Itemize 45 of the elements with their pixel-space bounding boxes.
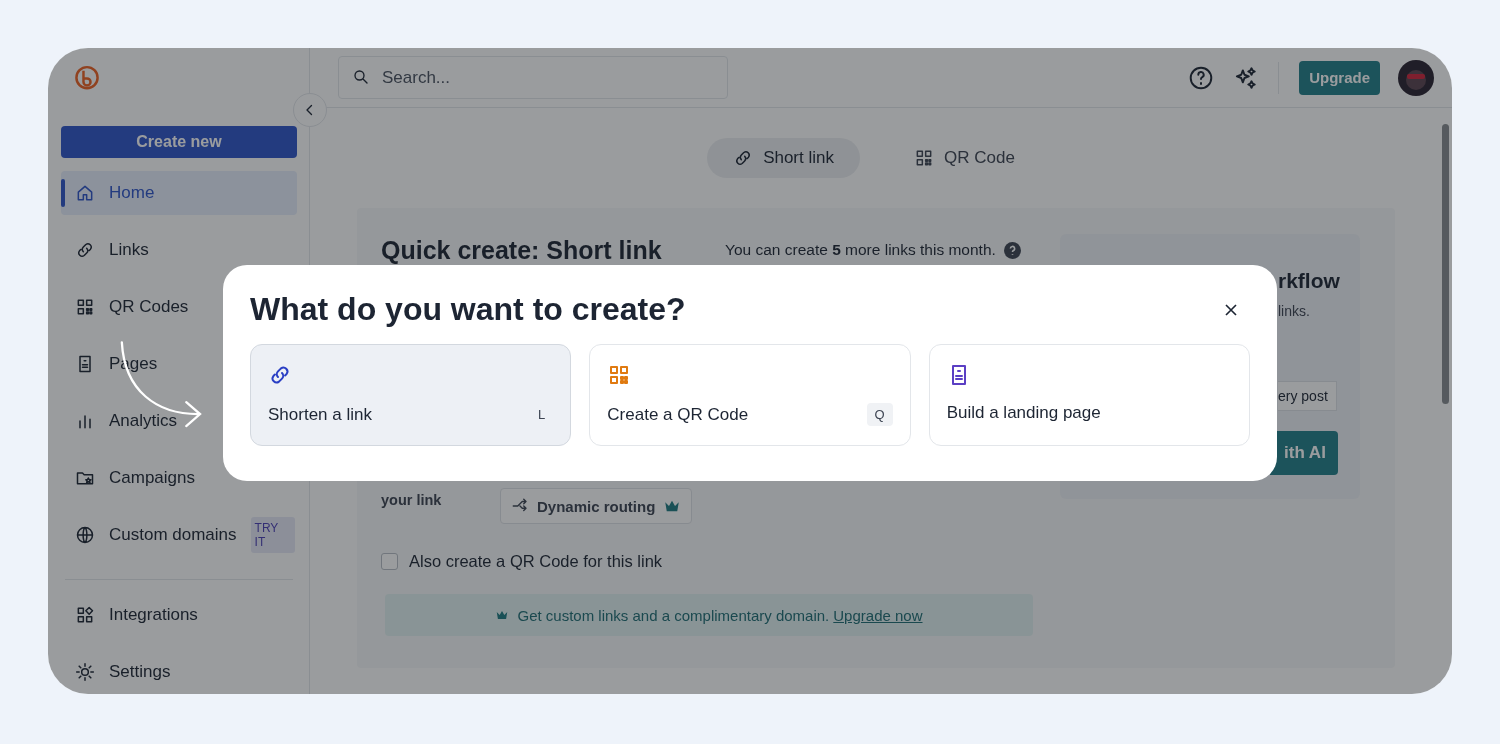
nav-icon <box>75 662 95 682</box>
promo-title: rkflow <box>1278 269 1340 293</box>
avatar[interactable] <box>1398 59 1434 96</box>
checkbox[interactable] <box>381 553 398 570</box>
banner-text: Get custom links and a complimentary domain. <box>517 606 830 624</box>
nav-item[interactable]: Custom domains TRY IT <box>61 513 297 557</box>
help-icon[interactable] <box>1188 64 1215 91</box>
nav-icon <box>75 297 95 317</box>
nav-icon <box>75 525 95 545</box>
nav-item[interactable]: Integrations <box>61 593 297 637</box>
create-option[interactable]: Shorten a link L <box>250 344 572 446</box>
suggestion-chip[interactable]: ery post <box>1278 381 1337 411</box>
upgrade-button[interactable]: Upgrade <box>1299 60 1380 95</box>
search-field[interactable]: Search... <box>338 56 728 99</box>
try-it-badge: TRY IT <box>250 517 295 553</box>
create-option[interactable]: Create a QR Code Q <box>589 344 911 446</box>
shortcut-key: Q <box>866 403 893 426</box>
option-icon <box>268 363 292 387</box>
create-option[interactable]: Build a landing page <box>928 344 1250 446</box>
option-label: Build a landing page <box>946 403 1101 423</box>
checkbox-label: Also create a QR Code for this link <box>409 552 663 571</box>
tab[interactable]: QR Code <box>888 138 1041 178</box>
nav-icon <box>75 240 95 260</box>
dialog-title: What do you want to create? <box>250 291 686 328</box>
nav-icon <box>75 183 95 203</box>
upgrade-now-link[interactable]: Upgrade now <box>833 606 923 624</box>
option-label: Shorten a link <box>268 404 372 425</box>
shortcut-key: L <box>530 403 554 426</box>
quota-text: You can create 5 more links this month. <box>725 241 996 259</box>
option-label: Create a QR Code <box>607 404 749 425</box>
ai-button[interactable]: ith AI <box>1270 431 1338 475</box>
help-icon[interactable] <box>1003 241 1021 259</box>
dynamic-routing-button[interactable]: Dynamic routing <box>500 488 693 524</box>
field-label: your link <box>381 492 443 508</box>
nav-item[interactable]: Campaigns <box>61 456 297 500</box>
promo-text: links. <box>1278 303 1310 319</box>
nav-icon <box>75 605 95 625</box>
card-title: Quick create: Short link <box>381 235 663 265</box>
nav-item[interactable]: Home <box>61 171 297 215</box>
create-new-button[interactable]: Create new <box>61 126 297 158</box>
tab[interactable]: Short link <box>707 138 860 178</box>
search-icon <box>352 68 370 86</box>
tab-icon <box>914 148 934 168</box>
nav-item[interactable]: Links <box>61 228 297 272</box>
nav-item[interactable]: Settings <box>61 650 297 694</box>
